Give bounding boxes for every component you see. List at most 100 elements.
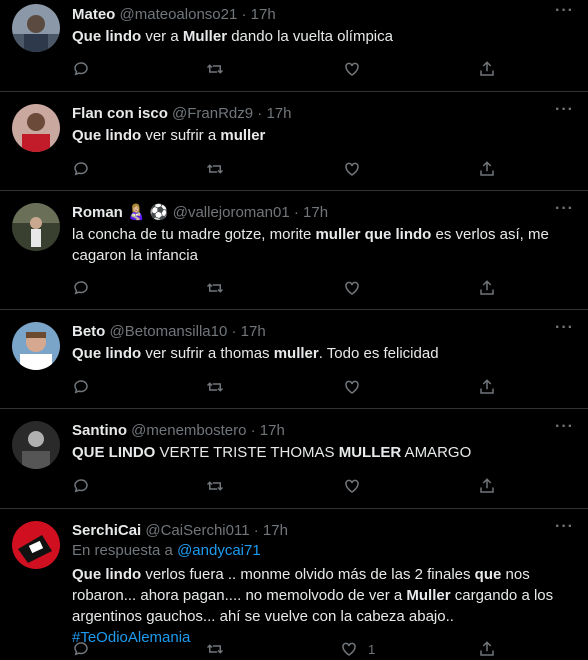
share-button[interactable] <box>478 475 496 497</box>
name-emoji: 👩🏼‍🍼 ⚽ <box>127 204 169 221</box>
reply-icon <box>74 62 88 76</box>
user-handle[interactable]: @vallejoroman01 <box>173 204 290 221</box>
share-button[interactable] <box>478 277 496 299</box>
display-name[interactable]: Santino <box>72 422 127 439</box>
share-button[interactable] <box>478 638 496 660</box>
tweet-text: la concha de tu madre gotze, morite mull… <box>72 224 576 266</box>
retweet-button[interactable] <box>206 376 224 398</box>
share-icon <box>480 280 494 295</box>
more-dots-icon[interactable]: ··· <box>555 518 574 536</box>
action-bar <box>72 376 504 398</box>
retweet-button[interactable] <box>206 475 224 497</box>
separator-dot: · <box>241 6 247 23</box>
text: ver a <box>141 28 183 45</box>
user-handle[interactable]: @FranRdz9 <box>172 105 253 122</box>
tweet-feed: Mateo @mateoalonso21 · 17h ··· Que lindo… <box>0 0 588 657</box>
reply-context: En respuesta a @andycai71 <box>72 542 261 559</box>
like-button[interactable] <box>343 58 361 80</box>
tweet-header: Roman 👩🏼‍🍼 ⚽ @vallejoroman01 · 17h <box>72 203 548 223</box>
more-dots-icon[interactable]: ··· <box>555 418 574 436</box>
text-bold: Que lindo <box>72 345 142 362</box>
share-icon <box>480 641 494 656</box>
retweet-icon <box>206 644 224 654</box>
display-name[interactable]: Beto <box>72 323 105 340</box>
display-name[interactable]: SerchiCai <box>72 522 141 539</box>
share-icon <box>480 478 494 493</box>
reply-button[interactable] <box>72 277 90 299</box>
reply-button[interactable] <box>72 58 90 80</box>
reply-button[interactable] <box>72 158 90 180</box>
share-button[interactable] <box>478 58 496 80</box>
like-button[interactable] <box>343 475 361 497</box>
like-heart-icon <box>345 281 359 295</box>
like-button[interactable] <box>343 376 361 398</box>
tweet[interactable]: Roman 👩🏼‍🍼 ⚽ @vallejoroman01 · 17h ··· l… <box>0 191 588 310</box>
more-dots-icon[interactable]: ··· <box>555 2 574 20</box>
user-handle[interactable]: @CaiSerchi011 <box>145 522 249 539</box>
action-bar <box>72 58 504 80</box>
retweet-icon <box>206 64 224 74</box>
reply-icon <box>74 479 88 493</box>
tweet[interactable]: Santino @menembostero · 17h ··· QUE LIND… <box>0 409 588 509</box>
retweet-button[interactable] <box>206 58 224 80</box>
reply-button[interactable] <box>72 638 90 660</box>
more-dots-icon[interactable]: ··· <box>555 319 574 337</box>
like-heart-icon <box>345 62 359 76</box>
reply-handle-link[interactable]: @andycai71 <box>177 542 261 559</box>
like-heart-icon <box>345 479 359 493</box>
timestamp[interactable]: 17h <box>251 6 276 23</box>
timestamp[interactable]: 17h <box>303 204 328 221</box>
like-button[interactable] <box>343 277 361 299</box>
display-name[interactable]: Mateo <box>72 6 115 23</box>
avatar[interactable] <box>12 521 60 569</box>
retweet-icon <box>206 481 224 491</box>
text-bold: muller <box>220 127 266 144</box>
reply-prefix: En respuesta a <box>72 542 173 559</box>
more-dots-icon[interactable]: ··· <box>555 101 574 119</box>
tweet[interactable]: Mateo @mateoalonso21 · 17h ··· Que lindo… <box>0 0 588 92</box>
user-handle[interactable]: @mateoalonso21 <box>120 6 238 23</box>
avatar[interactable] <box>12 322 60 370</box>
display-name[interactable]: Roman <box>72 204 123 221</box>
display-name[interactable]: Flan con isco <box>72 105 168 122</box>
timestamp[interactable]: 17h <box>263 522 288 539</box>
retweet-icon <box>206 164 224 174</box>
tweet-header: SerchiCai @CaiSerchi011 · 17h <box>72 521 548 541</box>
reply-icon <box>74 380 88 394</box>
avatar[interactable] <box>12 203 60 251</box>
share-button[interactable] <box>478 158 496 180</box>
action-bar <box>72 277 504 299</box>
share-button[interactable] <box>478 376 496 398</box>
action-bar <box>72 158 504 180</box>
tweet[interactable]: Flan con isco @FranRdz9 · 17h ··· Que li… <box>0 92 588 191</box>
reply-button[interactable] <box>72 475 90 497</box>
user-handle[interactable]: @Betomansilla10 <box>110 323 228 340</box>
text-bold: Muller <box>406 587 451 604</box>
avatar[interactable] <box>12 104 60 152</box>
avatar[interactable] <box>12 421 60 469</box>
text-bold: muller <box>273 345 319 362</box>
tweet[interactable]: Beto @Betomansilla10 · 17h ··· Que lindo… <box>0 310 588 409</box>
timestamp[interactable]: 17h <box>260 422 285 439</box>
timestamp[interactable]: 17h <box>266 105 291 122</box>
like-button[interactable]: 1 <box>340 638 375 660</box>
like-button[interactable] <box>343 158 361 180</box>
retweet-button[interactable] <box>206 638 224 660</box>
like-count: 1 <box>368 641 376 657</box>
share-icon <box>480 379 494 394</box>
retweet-button[interactable] <box>206 277 224 299</box>
text-bold: QUE LINDO <box>72 444 156 461</box>
reply-icon <box>74 162 88 176</box>
timestamp[interactable]: 17h <box>241 323 266 340</box>
more-dots-icon[interactable]: ··· <box>555 200 574 218</box>
separator-dot: · <box>250 422 256 439</box>
avatar[interactable] <box>12 4 60 52</box>
retweet-icon <box>206 382 224 392</box>
text-bold: MULLER <box>338 444 402 461</box>
reply-button[interactable] <box>72 376 90 398</box>
retweet-button[interactable] <box>206 158 224 180</box>
user-handle[interactable]: @menembostero <box>131 422 246 439</box>
text: la concha de tu madre gotze, morite <box>72 226 316 243</box>
tweet[interactable]: SerchiCai @CaiSerchi011 · 17h ··· En res… <box>0 509 588 657</box>
text: AMARGO <box>401 444 472 461</box>
